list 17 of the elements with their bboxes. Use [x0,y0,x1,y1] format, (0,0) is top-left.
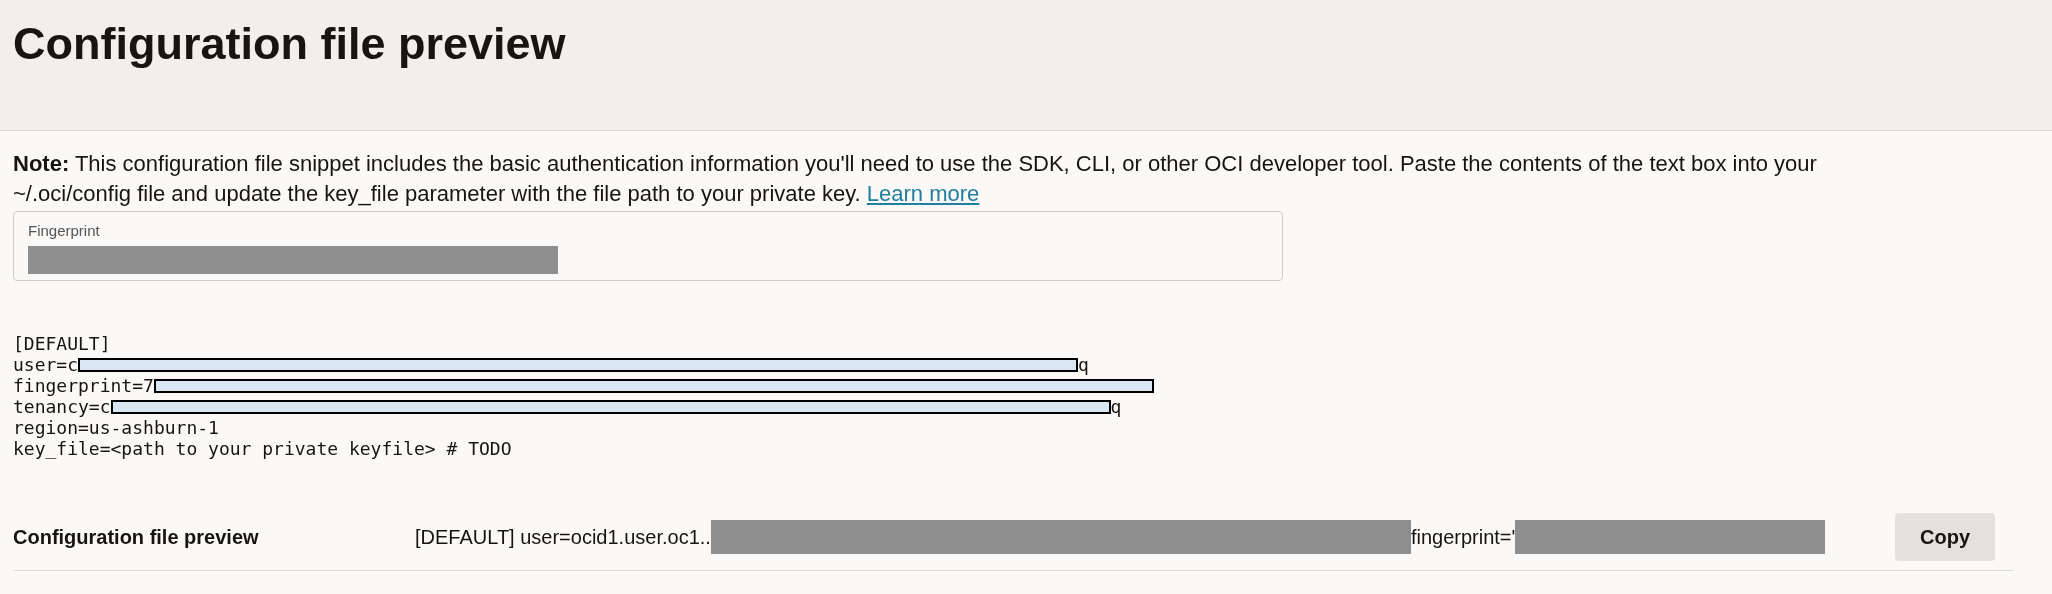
config-line: tenancy=c [13,396,111,417]
fingerprint-field[interactable]: Fingerprint [13,211,1283,281]
config-line-end: q [1078,354,1089,375]
config-line: region=us-ashburn-1 [13,417,219,438]
config-line: key_file=<path to your private keyfile> # TODO [13,438,512,459]
preview-text: [DEFAULT] user=ocid1.user.oc1.. [415,524,711,550]
preview-label: Configuration file preview [13,524,260,550]
field-label: Fingerprint [28,222,100,240]
config-line: [DEFAULT] [13,333,111,354]
learn-more-link[interactable]: Learn more [866,181,980,206]
note-text: Note: This configuration file snippet includes the basic authentication information you'll need to use the SDK, CLI, or other OCI developer tool. Paste the contents of the text box into your ~/.oci/config file and update the key_file parameter with the file path to your private key. Learn more [13,150,1818,208]
page-title: Configuration file preview [13,17,566,71]
config-line: user=c [13,354,79,375]
config-line-end: q [1110,396,1122,417]
config-line: fingerprint=7 [13,375,154,396]
preview-text: fingerprint=' [1410,524,1516,550]
copy-button[interactable]: Copy [1895,512,1995,561]
